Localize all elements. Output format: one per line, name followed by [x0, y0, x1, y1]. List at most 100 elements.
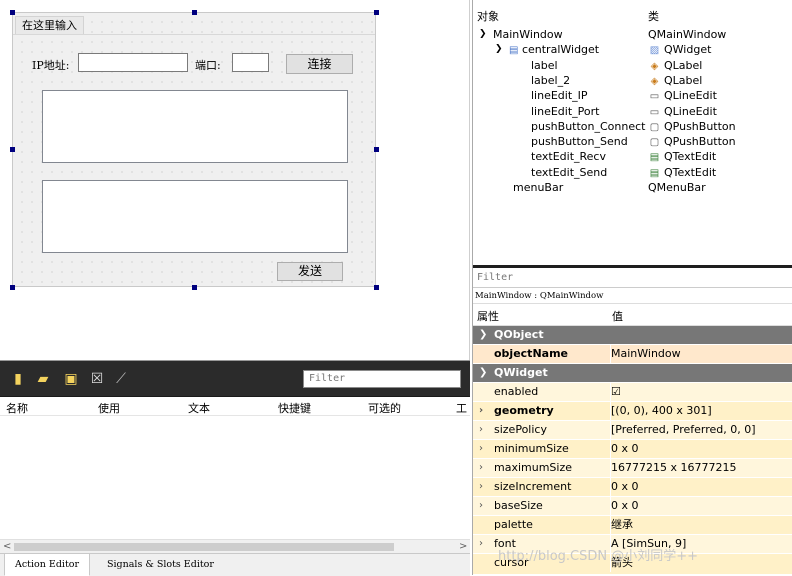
selection-handle[interactable]: [192, 10, 197, 15]
property-value[interactable]: 0 x 0: [610, 478, 639, 496]
property-row-geometry[interactable]: › geometry [(0, 0), 400 x 301]: [473, 402, 792, 421]
tree-row-mainwindow[interactable]: ❯ MainWindow QMainWindow: [473, 27, 792, 42]
property-value[interactable]: MainWindow: [610, 345, 681, 363]
property-row-objectname[interactable]: objectName MainWindow: [473, 345, 792, 364]
selection-handle[interactable]: [374, 10, 379, 15]
collapse-arrow-icon[interactable]: ❯: [479, 326, 487, 344]
pushbutton-icon: ▢: [649, 121, 660, 133]
expand-arrow-icon[interactable]: ›: [479, 459, 483, 477]
expand-arrow-icon[interactable]: ›: [479, 402, 483, 420]
menu-bar-placeholder[interactable]: 在这里输入: [15, 16, 84, 34]
tab-action-editor[interactable]: Action Editor: [4, 554, 91, 576]
expand-arrow-icon[interactable]: ›: [479, 535, 483, 553]
value-column-header[interactable]: 值: [612, 308, 623, 324]
property-value[interactable]: [Preferred, Preferred, 0, 0]: [610, 421, 756, 439]
expand-arrow-icon[interactable]: ›: [479, 478, 483, 496]
column-header[interactable]: 工: [456, 400, 467, 416]
object-name: pushButton_Send: [531, 135, 628, 149]
copy-action-icon[interactable]: ▰: [35, 370, 51, 388]
object-name: MainWindow: [493, 28, 563, 41]
property-name: sizeIncrement: [494, 480, 572, 493]
lineedit-icon: ▭: [649, 106, 660, 118]
column-header[interactable]: 快捷键: [278, 400, 311, 416]
tree-row-lineedit-port[interactable]: lineEdit_Port ▭ QLineEdit: [473, 104, 792, 119]
main-window-form[interactable]: 在这里输入 IP地址: 端口: 连接 发送: [12, 12, 376, 287]
property-name: maximumSize: [494, 461, 573, 474]
tree-row-centralwidget[interactable]: ❯ ▤ centralWidget ▨ QWidget: [473, 42, 792, 57]
column-header[interactable]: 名称: [6, 400, 28, 416]
expand-arrow-icon[interactable]: ❯: [479, 27, 487, 42]
property-row-minimumsize[interactable]: › minimumSize 0 x 0: [473, 440, 792, 459]
selection-handle[interactable]: [10, 285, 15, 290]
configure-icon[interactable]: ⟋: [113, 370, 129, 388]
object-name: centralWidget: [521, 43, 600, 57]
selection-handle[interactable]: [10, 147, 15, 152]
column-header[interactable]: 文本: [188, 400, 210, 416]
recv-text-edit[interactable]: [42, 90, 348, 163]
column-header[interactable]: 可选的: [368, 400, 401, 416]
enabled-checkbox[interactable]: ☑: [610, 383, 621, 401]
property-table-header: 属性 值: [473, 304, 792, 326]
object-name: lineEdit_IP: [531, 89, 588, 103]
property-group-qwidget[interactable]: ❯ QWidget: [473, 364, 792, 383]
object-class: QLabel: [664, 58, 703, 72]
property-value[interactable]: 继承: [610, 516, 633, 534]
new-action-icon[interactable]: ▮: [10, 370, 26, 388]
property-row-palette[interactable]: palette 继承: [473, 516, 792, 535]
class-column-header[interactable]: 类: [648, 8, 659, 24]
paste-action-icon[interactable]: ▣: [63, 370, 79, 388]
scrollbar-thumb[interactable]: [14, 543, 394, 551]
property-group-qobject[interactable]: ❯ QObject: [473, 326, 792, 345]
property-row-sizeincrement[interactable]: › sizeIncrement 0 x 0: [473, 478, 792, 497]
object-inspector: 对象 类 ❯ MainWindow QMainWindow ❯ ▤ centra…: [473, 0, 792, 268]
editor-tab-bar: Action Editor Signals & Slots Editor: [0, 553, 470, 576]
column-header[interactable]: 使用: [98, 400, 120, 416]
connect-button[interactable]: 连接: [286, 54, 353, 74]
expand-arrow-icon[interactable]: ›: [479, 497, 483, 515]
object-class: QLabel: [664, 73, 703, 87]
property-value[interactable]: 0 x 0: [610, 440, 639, 458]
property-row-sizepolicy[interactable]: › sizePolicy [Preferred, Preferred, 0, 0…: [473, 421, 792, 440]
property-row-basesize[interactable]: › baseSize 0 x 0: [473, 497, 792, 516]
tree-row-label-2[interactable]: label_2 ◈ QLabel: [473, 73, 792, 88]
action-filter-input[interactable]: Filter: [303, 370, 461, 388]
property-value[interactable]: [(0, 0), 400 x 301]: [610, 402, 712, 420]
property-value[interactable]: 16777215 x 16777215: [610, 459, 736, 477]
selection-handle[interactable]: [10, 10, 15, 15]
tree-row-textedit-recv[interactable]: textEdit_Recv ▤ QTextEdit: [473, 149, 792, 164]
selection-handle[interactable]: [374, 285, 379, 290]
property-value[interactable]: 0 x 0: [610, 497, 639, 515]
object-column-header[interactable]: 对象: [477, 8, 499, 24]
collapse-arrow-icon[interactable]: ❯: [479, 364, 487, 382]
expand-arrow-icon[interactable]: ›: [479, 440, 483, 458]
property-filter-input[interactable]: Filter: [473, 269, 792, 288]
selection-handle[interactable]: [192, 285, 197, 290]
scroll-right-icon[interactable]: >: [459, 540, 467, 554]
tab-signals-slots-editor[interactable]: Signals & Slots Editor: [97, 554, 224, 576]
expand-arrow-icon[interactable]: ❯: [495, 42, 503, 57]
tree-row-textedit-send[interactable]: textEdit_Send ▤ QTextEdit: [473, 165, 792, 180]
port-label[interactable]: 端口:: [195, 57, 221, 73]
selection-handle[interactable]: [374, 147, 379, 152]
port-line-edit[interactable]: [232, 53, 269, 72]
ip-line-edit[interactable]: [78, 53, 188, 72]
horizontal-scrollbar[interactable]: < >: [0, 539, 470, 553]
tree-row-pushbutton-connect[interactable]: pushButton_Connect ▢ QPushButton: [473, 119, 792, 134]
property-column-header[interactable]: 属性: [477, 308, 499, 324]
tree-row-label[interactable]: label ◈ QLabel: [473, 58, 792, 73]
tree-row-pushbutton-send[interactable]: pushButton_Send ▢ QPushButton: [473, 134, 792, 149]
form-design-area[interactable]: 在这里输入 IP地址: 端口: 连接 发送: [0, 0, 470, 360]
expand-arrow-icon[interactable]: ›: [479, 421, 483, 439]
send-button[interactable]: 发送: [277, 262, 343, 281]
scroll-left-icon[interactable]: <: [3, 540, 11, 554]
tree-row-lineedit-ip[interactable]: lineEdit_IP ▭ QLineEdit: [473, 88, 792, 103]
ip-label[interactable]: IP地址:: [32, 57, 69, 73]
tree-row-menubar[interactable]: menuBar QMenuBar: [473, 180, 792, 195]
property-row-enabled[interactable]: enabled ☑: [473, 383, 792, 402]
property-name: objectName: [494, 347, 568, 360]
action-editor-panel: ▮ ▰ ▣ ☒ ⟋ Filter 名称 使用 文本 快捷键 可选的 工 < > …: [0, 360, 470, 576]
send-text-edit[interactable]: [42, 180, 348, 253]
property-row-maximumsize[interactable]: › maximumSize 16777215 x 16777215: [473, 459, 792, 478]
object-class: QTextEdit: [664, 150, 717, 164]
delete-action-icon[interactable]: ☒: [89, 370, 105, 388]
